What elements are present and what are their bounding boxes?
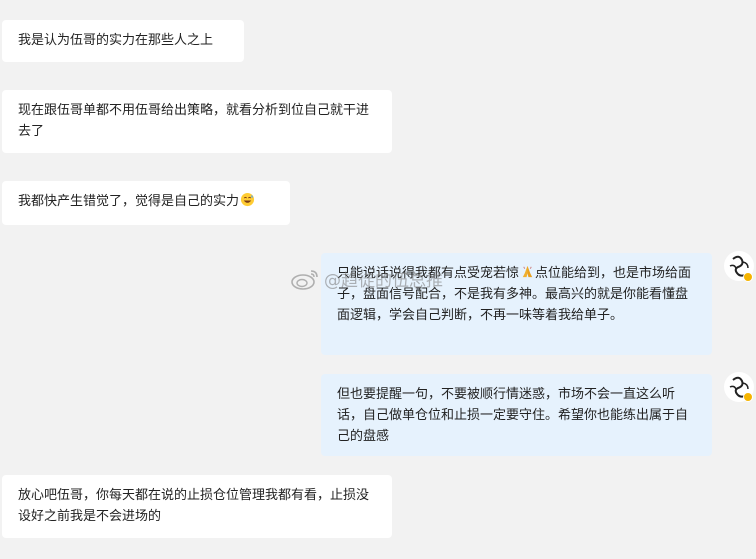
grinning-sweat-emoji [240,192,255,207]
chat-message-right: 只能说话说得我都有点受宠若惊 点位能给到，也是市场给面子，盘面信号配合，不是我有… [321,253,712,355]
chat-message-left: 放心吧伍哥，你每天都在说的止损仓位管理我都有看，止损没设好之前我是不会进场的 [2,475,392,538]
chat-message-left: 我是认为伍哥的实力在那些人之上 [2,20,244,62]
folded-hands-emoji [522,265,533,278]
chat-message-left: 现在跟伍哥单都不用伍哥给出策略，就看分析到位自己就干进去了 [2,90,392,153]
message-text: 现在跟伍哥单都不用伍哥给出策略，就看分析到位自己就干进去了 [18,103,370,139]
chat-message-left: 我都快产生错觉了，觉得是自己的实力 [2,181,290,225]
message-text: 但也要提醒一句，不要被顺行情迷惑，市场不会一直这么听话，自己做单仓位和止损一定要… [337,387,689,444]
verified-badge-icon [743,272,753,282]
message-text: 只能说话说得我都有点受宠若惊 [337,266,520,281]
message-text: 我是认为伍哥的实力在那些人之上 [18,33,214,48]
verified-badge-icon [743,392,753,402]
weibo-logo-icon [291,269,318,290]
chat-message-right: 但也要提醒一句，不要被顺行情迷惑，市场不会一直这么听话，自己做单仓位和止损一定要… [321,374,712,456]
message-text: 我都快产生错觉了，觉得是自己的实力 [18,194,240,209]
message-text: 放心吧伍哥，你每天都在说的止损仓位管理我都有看，止损没设好之前我是不会进场的 [18,488,370,524]
